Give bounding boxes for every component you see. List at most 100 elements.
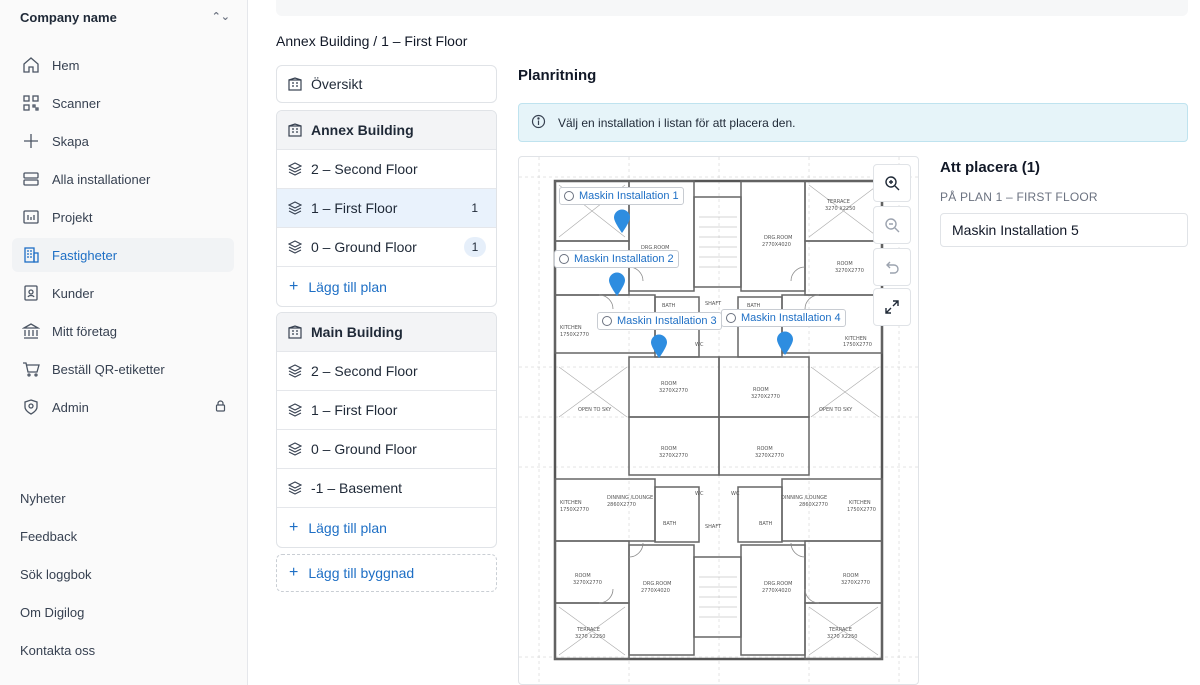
nav-skapa[interactable]: Skapa <box>12 124 234 158</box>
plus-icon: + <box>289 518 299 536</box>
floorplan-title: Planritning <box>518 67 597 84</box>
building-icon <box>287 324 303 340</box>
radio-icon <box>726 313 736 323</box>
add-plan-label: Lägg till plan <box>308 278 387 295</box>
add-plan-button[interactable]: + Lägg till plan <box>277 508 496 547</box>
plan-label: 3270X2770 <box>659 388 688 394</box>
nav-bestall-qr[interactable]: Beställ QR-etiketter <box>12 352 234 386</box>
add-plan-label: Lägg till plan <box>308 519 387 536</box>
floor-row[interactable]: 2 – Second Floor <box>277 352 496 391</box>
nav-scanner[interactable]: Scanner <box>12 86 234 120</box>
installation-item[interactable]: Maskin Installation 5 <box>940 213 1188 247</box>
map-pin-icon[interactable] <box>776 331 794 355</box>
plan-label: 3270X2770 <box>659 453 688 459</box>
home-icon <box>20 54 42 76</box>
nav-label: Kunder <box>52 285 94 301</box>
floorplan-canvas[interactable]: TERRACE 3270 X2250 DRG.ROOM 2770X4020 DR… <box>518 156 919 685</box>
shield-icon <box>20 396 42 418</box>
plan-label: DRG.ROOM <box>764 235 792 241</box>
plan-label: BATH <box>662 303 676 309</box>
layers-icon <box>287 200 303 216</box>
nav-fastigheter[interactable]: Fastigheter <box>12 238 234 272</box>
plan-label: ROOM <box>575 573 591 579</box>
nav-label: Scanner <box>52 95 101 111</box>
plus-icon: + <box>289 564 299 581</box>
overview-label: Översikt <box>311 76 363 92</box>
plan-label: KITCHEN <box>560 500 582 506</box>
zoom-controls <box>873 164 911 326</box>
reset-view-button[interactable] <box>873 248 911 286</box>
cart-icon <box>20 358 42 380</box>
floor-row[interactable]: -1 – Basement <box>277 469 496 508</box>
add-building-button[interactable]: + Lägg till byggnad <box>276 554 497 592</box>
floor-row[interactable]: 0 – Ground Floor <box>277 430 496 469</box>
radio-icon <box>559 254 569 264</box>
zoom-out-icon <box>885 218 900 233</box>
plus-icon <box>20 130 42 152</box>
chevron-updown-icon: ⌃⌄ <box>211 11 230 23</box>
plan-label: 1750X2770 <box>847 507 876 513</box>
footer-om-digilog[interactable]: Om Digilog <box>20 605 84 620</box>
floor-row-selected[interactable]: 1 – First Floor 1 <box>277 189 496 228</box>
overview-row[interactable]: Översikt <box>277 66 496 102</box>
plan-label: WC <box>695 342 704 348</box>
footer-sok-loggbok[interactable]: Sök loggbok <box>20 567 92 582</box>
map-pin-icon[interactable] <box>608 272 626 296</box>
plan-label: DRG.ROOM <box>643 581 671 587</box>
nav-label: Fastigheter <box>52 247 118 263</box>
floor-label: 1 – First Floor <box>311 402 398 418</box>
plan-label: WC <box>731 491 740 497</box>
company-switcher[interactable]: Company name ⌃⌄ <box>20 10 230 28</box>
footer-nyheter[interactable]: Nyheter <box>20 491 66 506</box>
plan-label: 2860X2770 <box>607 502 636 508</box>
plan-label: 3270X2770 <box>751 394 780 400</box>
building-name: Annex Building <box>311 122 414 138</box>
plan-label: 1750X2770 <box>560 332 589 338</box>
add-plan-button[interactable]: + Lägg till plan <box>277 267 496 306</box>
floor-row[interactable]: 1 – First Floor <box>277 391 496 430</box>
map-pin-icon[interactable] <box>613 209 631 233</box>
map-pin-icon[interactable] <box>650 334 668 358</box>
floor-row[interactable]: 2 – Second Floor <box>277 150 496 189</box>
marker-text: Maskin Installation 1 <box>579 190 679 202</box>
zoom-in-button[interactable] <box>873 164 911 202</box>
floor-label: 0 – Ground Floor <box>311 441 417 457</box>
plan-label: DINNING /LOUNGE <box>607 495 653 501</box>
nav-label: Mitt företag <box>52 323 118 339</box>
plan-label: 3270 X2250 <box>827 634 857 640</box>
layers-icon <box>287 480 303 496</box>
zoom-out-button[interactable] <box>873 206 911 244</box>
plan-label: 3270 X2250 <box>825 206 855 212</box>
overview-card: Översikt <box>276 65 497 103</box>
building-card-main: Main Building 2 – Second Floor 1 – First… <box>276 312 497 548</box>
building-name: Main Building <box>311 324 403 340</box>
marker-label-2[interactable]: Maskin Installation 2 <box>554 250 679 268</box>
nav-label: Projekt <box>52 209 93 225</box>
plan-label: OPEN TO SKY <box>578 407 612 413</box>
marker-label-3[interactable]: Maskin Installation 3 <box>597 312 722 330</box>
layers-icon <box>287 402 303 418</box>
plan-label: 3270X2770 <box>835 268 864 274</box>
marker-label-4[interactable]: Maskin Installation 4 <box>721 309 846 327</box>
nav-admin[interactable]: Admin <box>12 390 234 424</box>
building-header-annex[interactable]: Annex Building <box>277 111 496 150</box>
nav-projekt[interactable]: Projekt <box>12 200 234 234</box>
floor-row[interactable]: 0 – Ground Floor 1 <box>277 228 496 267</box>
to-place-title: Att placera (1) <box>940 159 1041 176</box>
building-header-main[interactable]: Main Building <box>277 313 496 352</box>
fullscreen-button[interactable] <box>873 288 911 326</box>
nav-kunder[interactable]: Kunder <box>12 276 234 310</box>
footer-feedback[interactable]: Feedback <box>20 529 77 544</box>
nav-mitt-foretag[interactable]: Mitt företag <box>12 314 234 348</box>
sidebar: Company name ⌃⌄ Hem Scanner Skapa Alla i… <box>0 0 248 685</box>
floor-count-badge: 1 <box>464 237 486 257</box>
floor-label: 2 – Second Floor <box>311 363 418 379</box>
nav-hem[interactable]: Hem <box>12 48 234 82</box>
nav-label: Alla installationer <box>52 171 151 187</box>
footer-kontakta-oss[interactable]: Kontakta oss <box>20 643 95 658</box>
marker-label-1[interactable]: Maskin Installation 1 <box>559 187 684 205</box>
radio-icon <box>602 316 612 326</box>
plan-label: 3270X2770 <box>755 453 784 459</box>
nav-alla-installationer[interactable]: Alla installationer <box>12 162 234 196</box>
floor-label: 1 – First Floor <box>311 200 398 216</box>
